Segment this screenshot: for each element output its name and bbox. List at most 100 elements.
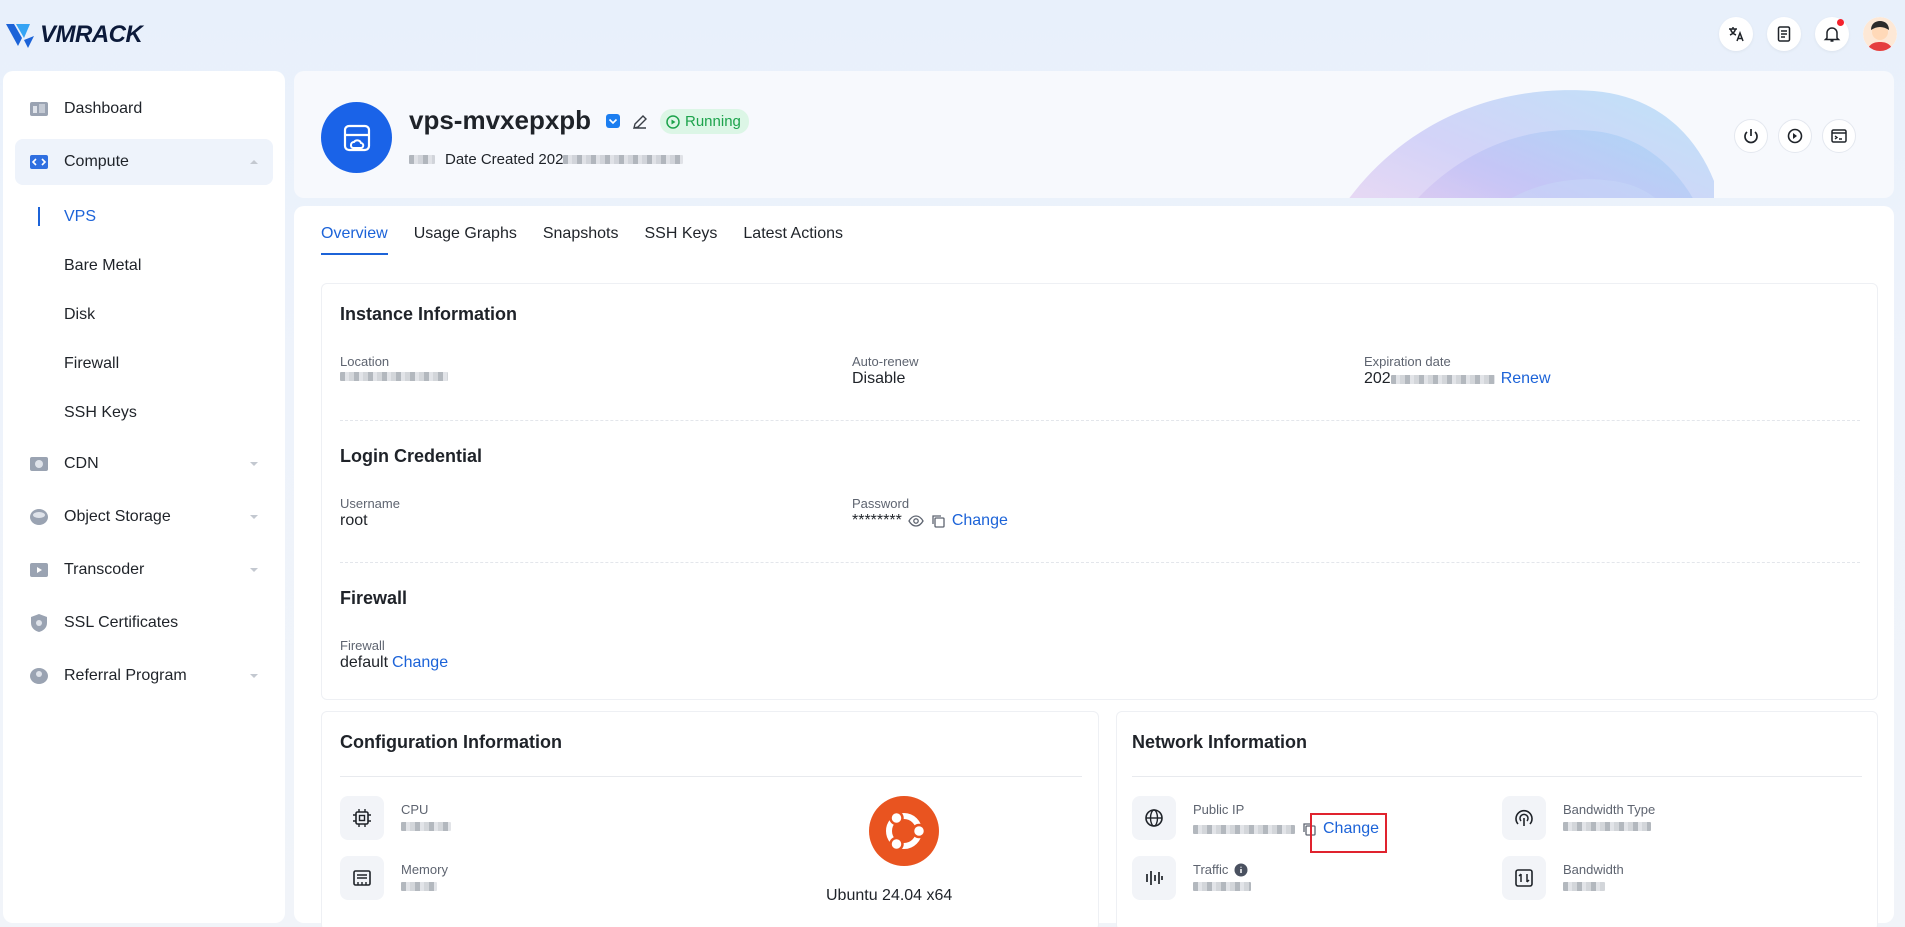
tab-usage-graphs[interactable]: Usage Graphs — [414, 225, 517, 255]
sidebar-item-ssl-certificates[interactable]: SSL Certificates — [15, 600, 273, 646]
sidebar: Dashboard Compute VPS Bare Metal Disk Fi… — [3, 71, 285, 923]
memory-value — [401, 882, 437, 891]
bandwidth-type-value — [1563, 822, 1651, 831]
auto-renew-label: Auto-renew — [852, 354, 919, 369]
shield-icon — [31, 614, 47, 632]
brand-name: VMRACK — [40, 21, 143, 48]
bell-icon — [1823, 27, 1841, 42]
sidebar-item-object-storage[interactable]: Object Storage — [15, 494, 273, 540]
password-label: Password — [852, 496, 910, 511]
object-storage-icon — [30, 509, 48, 525]
documents-button[interactable] — [1767, 17, 1801, 51]
configuration-title: Configuration Information — [340, 732, 562, 752]
traffic-bars-icon — [1146, 871, 1163, 885]
username-label: Username — [340, 496, 400, 511]
expiration-value: 202 Renew — [1364, 370, 1551, 388]
avatar-icon — [1863, 17, 1897, 51]
tab-snapshots[interactable]: Snapshots — [543, 225, 619, 255]
section-divider — [340, 776, 1082, 777]
bandwidth-icon — [1515, 869, 1533, 887]
info-icon[interactable] — [1234, 863, 1248, 877]
language-button[interactable] — [1719, 17, 1753, 51]
sidebar-item-label: Referral Program — [64, 667, 187, 684]
sidebar-subitem-disk[interactable]: Disk — [3, 290, 285, 339]
sidebar-item-label: Dashboard — [64, 100, 143, 117]
sidebar-item-label: Object Storage — [64, 508, 171, 525]
sidebar-item-label: SSL Certificates — [64, 614, 179, 631]
globe-icon — [1145, 809, 1163, 827]
user-avatar[interactable] — [1863, 17, 1897, 51]
redacted-date — [563, 155, 684, 164]
redacted-text — [409, 155, 435, 164]
expiration-label: Expiration date — [1364, 354, 1451, 369]
cpu-icon-box — [340, 796, 384, 840]
traffic-value — [1193, 882, 1251, 891]
change-password-link[interactable]: Change — [952, 512, 1008, 530]
chevron-down-icon[interactable] — [249, 671, 259, 681]
tab-overview[interactable]: Overview — [321, 225, 388, 255]
sidebar-subitem-ssh-keys[interactable]: SSH Keys — [3, 388, 285, 437]
sidebar-subitem-bare-metal[interactable]: Bare Metal — [3, 241, 285, 290]
decorative-wave-graphic — [1349, 90, 1714, 198]
sidebar-item-compute[interactable]: Compute — [15, 139, 273, 185]
section-divider — [340, 562, 1860, 563]
change-firewall-link[interactable]: Change — [392, 654, 448, 672]
cpu-icon — [353, 809, 371, 827]
highlight-box — [1310, 813, 1387, 853]
sidebar-item-label: Transcoder — [64, 561, 145, 578]
traffic-icon-box — [1132, 856, 1176, 900]
redacted-bandwidth-type — [1563, 822, 1651, 831]
cpu-value — [401, 822, 451, 831]
notifications-button[interactable] — [1815, 17, 1849, 51]
redacted-traffic — [1193, 882, 1251, 891]
restart-button[interactable] — [1778, 119, 1812, 153]
firewall-title: Firewall — [340, 588, 408, 608]
transcoder-icon — [30, 563, 48, 577]
bandwidth-value — [1563, 882, 1605, 891]
brand-logo[interactable]: VMRACK — [4, 20, 143, 50]
sidebar-subitem-vps[interactable]: VPS — [3, 192, 285, 241]
instance-info-title: Instance Information — [340, 304, 518, 324]
chevron-down-icon[interactable] — [249, 459, 259, 469]
signal-icon — [1515, 809, 1533, 826]
sidebar-subitem-label: SSH Keys — [64, 403, 137, 421]
status-text: Running — [685, 113, 741, 130]
sidebar-item-cdn[interactable]: CDN — [15, 441, 273, 487]
status-badge: Running — [660, 109, 749, 134]
chevron-up-icon[interactable] — [249, 157, 259, 167]
referral-icon — [30, 668, 48, 684]
configuration-card: Configuration Information CPU Memory Ubu… — [321, 711, 1099, 927]
login-credential-title: Login Credential — [340, 446, 483, 466]
public-ip-label: Public IP — [1193, 802, 1245, 817]
chevron-down-icon[interactable] — [249, 512, 259, 522]
auto-renew-value: Disable — [852, 370, 906, 387]
tab-bar: Overview Usage Graphs Snapshots SSH Keys… — [321, 225, 843, 255]
sidebar-item-label: CDN — [64, 455, 99, 472]
eye-icon[interactable] — [908, 513, 924, 529]
username-value: root — [340, 512, 368, 529]
renew-link[interactable]: Renew — [1501, 370, 1551, 388]
sidebar-subitem-firewall[interactable]: Firewall — [3, 339, 285, 388]
redacted-cpu — [401, 822, 451, 831]
bandwidth-type-icon-box — [1502, 796, 1546, 840]
copy-icon[interactable] — [930, 513, 946, 529]
tab-ssh-keys[interactable]: SSH Keys — [644, 225, 717, 255]
memory-icon-box — [340, 856, 384, 900]
cpu-label: CPU — [401, 802, 429, 817]
tab-latest-actions[interactable]: Latest Actions — [743, 225, 843, 255]
chevron-down-icon[interactable] — [249, 565, 259, 575]
redacted-ip — [1193, 824, 1295, 834]
traffic-label: Traffic — [1193, 862, 1229, 877]
sidebar-item-dashboard[interactable]: Dashboard — [15, 86, 273, 132]
sidebar-item-transcoder[interactable]: Transcoder — [15, 547, 273, 593]
power-button[interactable] — [1734, 119, 1768, 153]
firewall-value: default — [340, 654, 389, 671]
sidebar-item-label: Compute — [64, 153, 129, 170]
console-button[interactable] — [1822, 119, 1856, 153]
firewall-label: Firewall — [340, 638, 385, 653]
instance-info-card: Instance Information Location Auto-renew… — [321, 283, 1878, 700]
instance-header: vps-mvxepxpb Running Date Created 202 — [294, 71, 1894, 198]
bandwidth-label: Bandwidth — [1563, 862, 1624, 877]
sidebar-item-referral-program[interactable]: Referral Program — [15, 653, 273, 699]
edit-icon[interactable] — [631, 113, 649, 131]
